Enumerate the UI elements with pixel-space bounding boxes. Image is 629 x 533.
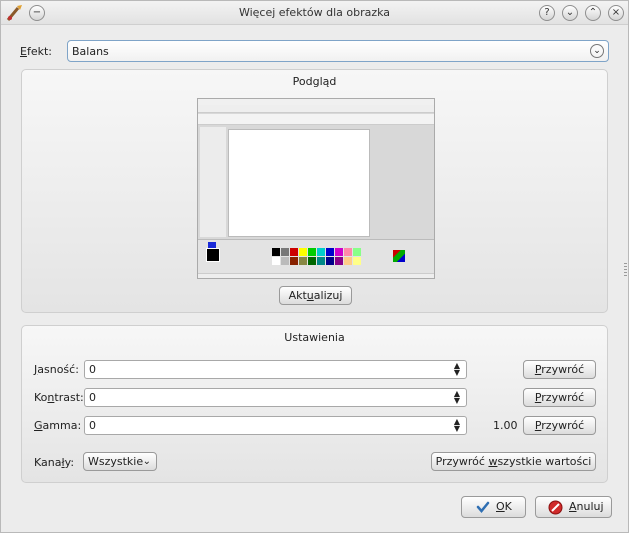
reset-all-button[interactable]: Przywróć wszystkie wartości [431,452,596,471]
cancel-icon [548,500,563,515]
settings-panel-title: Ustawienia [284,331,345,344]
gamma-value: 0 [89,419,96,432]
gamma-label: Gamma: [34,419,82,432]
dialog-window: − Więcej efektów dla obrazka ? ⌄ ⌃ × Efe… [0,0,629,533]
window-title: Więcej efektów dla obrazka [238,6,391,19]
brightness-value: 0 [89,363,96,376]
up-down-arrows-icon[interactable]: ▲ ▼ [452,390,462,405]
gamma-spinbox[interactable]: 0 ▲ ▼ [84,416,467,435]
brightness-reset-button[interactable]: Przywróć [523,360,596,379]
gamma-display-value: 1.00 [493,419,518,432]
minimize-button[interactable]: ⌄ [562,5,578,21]
contrast-reset-button[interactable]: Przywróć [523,388,596,407]
contrast-label: Kontrast: [34,391,84,404]
channels-label: Kanały: [34,456,75,469]
brightness-spinbox[interactable]: 0 ▲ ▼ [84,360,467,379]
contrast-value: 0 [89,391,96,404]
up-down-arrows-icon[interactable]: ▲ ▼ [452,418,462,433]
help-button[interactable]: ? [539,5,555,21]
cancel-button[interactable]: Anuluj [535,496,612,518]
contrast-spinbox[interactable]: 0 ▲ ▼ [84,388,467,407]
preview-image [197,98,435,279]
title-bar[interactable]: − Więcej efektów dla obrazka ? ⌄ ⌃ × [1,1,628,25]
chevron-down-icon: ⌄ [590,44,604,58]
effect-select[interactable]: Balans ⌄ [67,40,609,62]
checkmark-icon [476,501,490,513]
preview-panel-title: Podgląd [292,75,337,88]
gamma-reset-button[interactable]: Przywróć [523,416,596,435]
effect-select-value: Balans [72,45,109,58]
maximize-button[interactable]: ⌃ [585,5,601,21]
channels-select-value: Wszystkie [88,455,144,468]
brightness-label: Jasność: [34,363,79,376]
close-button[interactable]: × [608,5,624,21]
refresh-preview-button[interactable]: Aktualizuj [279,286,352,305]
chevron-down-icon: ⌄ [142,456,151,467]
effect-label: Efekt: [20,45,52,58]
up-down-arrows-icon[interactable]: ▲ ▼ [452,362,462,377]
resize-grip[interactable] [624,263,627,277]
ok-button[interactable]: OK [461,496,526,518]
channels-select[interactable]: Wszystkie ⌄ [83,452,157,471]
